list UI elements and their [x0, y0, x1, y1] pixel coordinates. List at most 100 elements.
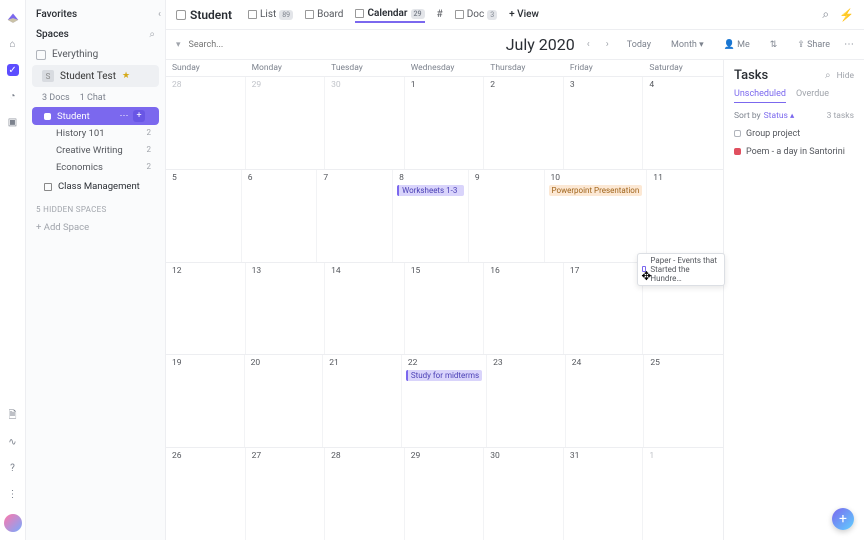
- calendar-cell[interactable]: 9: [469, 170, 545, 262]
- share-button[interactable]: ⇪ Share: [791, 38, 836, 52]
- spaces-search-icon[interactable]: ⌕: [149, 29, 155, 40]
- calendar-cell[interactable]: 13: [246, 263, 326, 355]
- folder-student[interactable]: Student ⋯ +: [32, 107, 159, 125]
- tasks-icon[interactable]: ✓: [7, 64, 19, 76]
- calendar-cell[interactable]: 28: [166, 77, 246, 169]
- calendar-cell[interactable]: 27: [246, 448, 326, 540]
- calendar-cell[interactable]: 24: [566, 355, 645, 447]
- app-logo[interactable]: [6, 10, 20, 24]
- calendar-cell[interactable]: 1: [643, 448, 723, 540]
- task-item[interactable]: Group project: [734, 129, 854, 139]
- apps-icon[interactable]: ⋮: [7, 488, 19, 500]
- calendar-cell[interactable]: 12: [166, 263, 246, 355]
- list-item[interactable]: Economics2: [26, 159, 165, 176]
- calendar-search-input[interactable]: [189, 40, 269, 50]
- calendar-cell[interactable]: 11: [647, 170, 723, 262]
- task-status-icon: [734, 148, 741, 155]
- day-header: Sunday: [166, 60, 246, 76]
- hidden-spaces-label[interactable]: 5 HIDDEN SPACES: [26, 197, 165, 218]
- hide-tasks-button[interactable]: Hide: [837, 71, 854, 81]
- calendar-cell[interactable]: 15: [405, 263, 485, 355]
- calendar-cell[interactable]: 25: [644, 355, 723, 447]
- tab-doc[interactable]: Doc3: [455, 7, 497, 22]
- calendar-cell[interactable]: 26: [166, 448, 246, 540]
- calendar-cell[interactable]: 30: [325, 77, 405, 169]
- me-filter[interactable]: 👤 Me: [718, 38, 756, 52]
- home-icon[interactable]: ⌂: [7, 38, 19, 50]
- notifications-icon[interactable]: ◔: [7, 90, 19, 102]
- goals-icon[interactable]: ▣: [7, 116, 19, 128]
- topbar: Student List89 Board Calendar29 # Doc3 +…: [166, 0, 864, 30]
- calendar-cell[interactable]: 17: [564, 263, 644, 355]
- favorites-header[interactable]: Favorites: [26, 6, 154, 23]
- list-item[interactable]: Creative Writing2: [26, 142, 165, 159]
- tab-board[interactable]: Board: [305, 7, 343, 22]
- tasks-search-icon[interactable]: ⌕: [825, 70, 831, 81]
- calendar-cell[interactable]: 6: [242, 170, 318, 262]
- calendar-cell[interactable]: 18Paper - Events that Started the Hundre…: [643, 263, 723, 355]
- calendar-cell[interactable]: 8Worksheets 1-3: [393, 170, 469, 262]
- calendar-cell[interactable]: 29: [246, 77, 326, 169]
- calendar-cell[interactable]: 21: [323, 355, 402, 447]
- calendar-cell[interactable]: 4: [643, 77, 723, 169]
- calendar-cell[interactable]: 2: [484, 77, 564, 169]
- next-month-button[interactable]: ›: [602, 39, 613, 50]
- calendar-cell[interactable]: 3: [564, 77, 644, 169]
- calendar-cell[interactable]: 28: [325, 448, 405, 540]
- chat-count[interactable]: 1 Chat: [80, 93, 106, 103]
- docs-count[interactable]: 3 Docs: [42, 93, 70, 103]
- calendar-cell[interactable]: 1: [405, 77, 485, 169]
- calendar-cell[interactable]: 14: [325, 263, 405, 355]
- folder-add-icon[interactable]: +: [133, 110, 145, 122]
- tasks-sort[interactable]: Sort by Status ▴ 3 tasks: [734, 111, 854, 121]
- settings-toggle[interactable]: ⇅: [764, 38, 784, 52]
- user-avatar[interactable]: [4, 514, 22, 532]
- help-icon[interactable]: ?: [7, 462, 19, 474]
- filter-icon[interactable]: ▾: [176, 40, 181, 50]
- tasks-title: Tasks: [734, 68, 819, 83]
- tab-list[interactable]: List89: [248, 7, 293, 22]
- favorite-star-icon[interactable]: ★: [122, 71, 130, 81]
- everything-item[interactable]: Everything: [26, 46, 165, 63]
- calendar-cell[interactable]: 20: [245, 355, 324, 447]
- task-item[interactable]: Poem - a day in Santorini: [734, 147, 854, 157]
- calendar-cell[interactable]: 30: [484, 448, 564, 540]
- add-space-button[interactable]: + Add Space: [26, 218, 165, 237]
- calendar-cell[interactable]: 7: [317, 170, 393, 262]
- tab-overdue[interactable]: Overdue: [796, 89, 829, 103]
- breadcrumb[interactable]: Student: [176, 8, 232, 22]
- calendar-cell[interactable]: 22Study for midterms: [402, 355, 487, 447]
- calendar-event[interactable]: Study for midterms: [406, 370, 482, 381]
- tab-calendar[interactable]: Calendar29: [355, 6, 424, 23]
- tab-unscheduled[interactable]: Unscheduled: [734, 89, 786, 103]
- calendar-title: July 2020: [506, 35, 575, 54]
- search-icon[interactable]: ⌕: [822, 7, 829, 22]
- calendar-event[interactable]: Powerpoint Presentation: [549, 185, 643, 196]
- sidebar-collapse-icon[interactable]: ‹: [154, 9, 165, 20]
- more-icon[interactable]: ⋯: [844, 39, 854, 50]
- spaces-header[interactable]: Spaces: [36, 26, 149, 43]
- calendar-cell[interactable]: 31: [564, 448, 644, 540]
- calendar-cell[interactable]: 29: [405, 448, 485, 540]
- calendar-cell[interactable]: 5: [166, 170, 242, 262]
- calendar-cell[interactable]: 16: [484, 263, 564, 355]
- pulse-icon[interactable]: ∿: [7, 436, 19, 448]
- tab-gantt[interactable]: #: [437, 7, 443, 22]
- calendar-cell[interactable]: 23: [487, 355, 566, 447]
- folder-more-icon[interactable]: ⋯: [118, 110, 130, 122]
- view-mode-select[interactable]: Month ▾: [665, 38, 710, 52]
- today-button[interactable]: Today: [621, 38, 657, 52]
- folder-class-management[interactable]: Class Management: [26, 176, 165, 197]
- calendar-cell[interactable]: 10Powerpoint Presentation: [545, 170, 648, 262]
- docs-icon[interactable]: 🗎: [7, 410, 19, 422]
- create-task-fab[interactable]: +: [832, 508, 854, 530]
- calendar-cell[interactable]: 19: [166, 355, 245, 447]
- space-student-test[interactable]: S Student Test ★: [32, 65, 159, 87]
- automations-icon[interactable]: ⚡: [839, 8, 854, 22]
- add-view-button[interactable]: + View: [509, 9, 539, 20]
- calendar-event[interactable]: Worksheets 1-3: [397, 185, 464, 196]
- day-headers: SundayMondayTuesdayWednesdayThursdayFrid…: [166, 60, 723, 76]
- prev-month-button[interactable]: ‹: [583, 39, 594, 50]
- list-item[interactable]: History 1012: [26, 125, 165, 142]
- board-icon: [305, 10, 314, 19]
